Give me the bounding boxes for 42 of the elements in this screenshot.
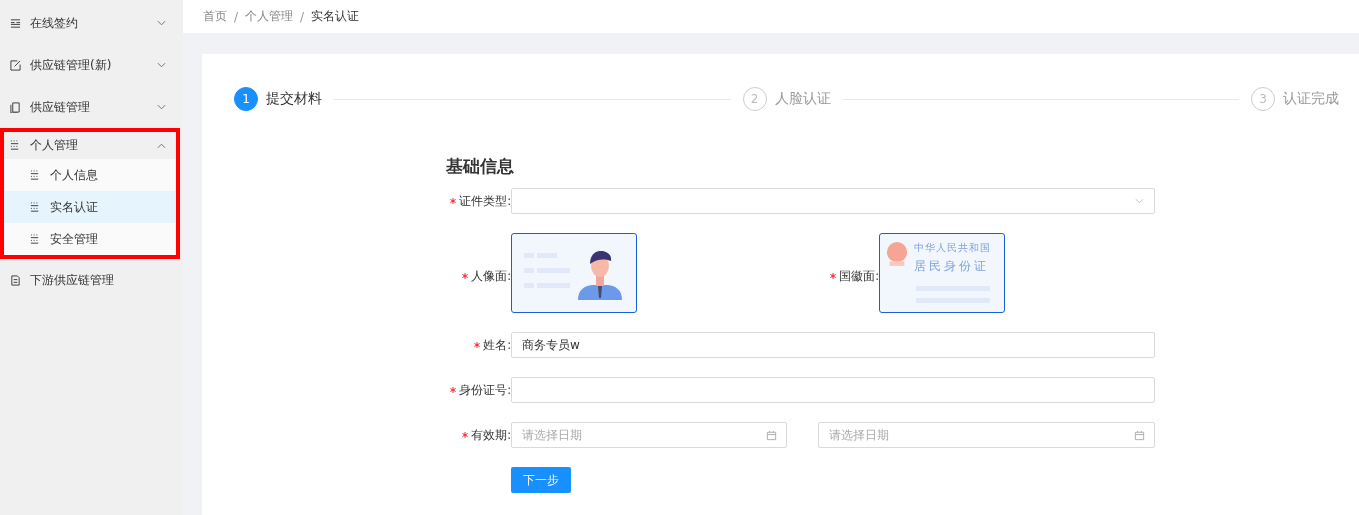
calendar-icon	[766, 429, 777, 441]
step-label: 认证完成	[1283, 90, 1339, 108]
section-title: 基础信息	[446, 155, 515, 178]
submenu-item[interactable]: 实名认证	[4, 191, 176, 223]
menu-item[interactable]: 下游供应链管理	[4, 263, 176, 297]
calendar-icon	[1134, 429, 1145, 441]
step-number: 1	[234, 87, 258, 111]
submenu-item[interactable]: 安全管理	[4, 223, 176, 255]
grid-icon	[10, 140, 21, 151]
menu-item[interactable]: 供应链管理	[4, 90, 176, 124]
edit-icon	[10, 59, 21, 71]
field-label: 人像面:	[471, 268, 511, 284]
field-label: 国徽面:	[839, 268, 879, 284]
select-field[interactable]	[511, 188, 1155, 214]
submenu-item[interactable]: 个人信息	[4, 159, 176, 191]
step-label: 提交材料	[266, 90, 322, 108]
date-field[interactable]: 请选择日期	[818, 422, 1155, 448]
breadcrumb-separator: /	[234, 9, 239, 24]
date-field[interactable]: 请选择日期	[511, 422, 787, 448]
step-label: 人脸认证	[774, 90, 831, 108]
menu-item[interactable]: 在线签约	[4, 6, 176, 40]
list-icon	[10, 17, 21, 29]
menu-item[interactable]: 个人管理	[4, 132, 176, 159]
grid-icon	[30, 233, 41, 245]
name-field[interactable]: 商务专员w	[511, 332, 1155, 358]
field-label: 姓名:	[483, 337, 511, 353]
menu-item[interactable]: 供应链管理(新)	[4, 48, 176, 82]
dropdown-icon	[1135, 198, 1144, 204]
id-number-field[interactable]	[511, 377, 1155, 403]
breadcrumb-separator: /	[300, 9, 305, 24]
field-label: 有效期:	[471, 427, 511, 443]
breadcrumb-link[interactable]: 首页	[203, 8, 227, 25]
grid-icon	[30, 169, 41, 181]
field-label: 证件类型:	[459, 193, 511, 209]
grid-icon	[30, 201, 41, 213]
copy-icon	[10, 101, 21, 113]
card-heading: 中华人民共和国	[914, 241, 991, 255]
emblem-icon	[886, 241, 908, 267]
breadcrumb-link[interactable]: 个人管理	[245, 8, 294, 25]
card-heading: 居民身份证	[914, 258, 990, 275]
document-icon	[10, 274, 21, 286]
field-label: 身份证号:	[459, 382, 511, 398]
